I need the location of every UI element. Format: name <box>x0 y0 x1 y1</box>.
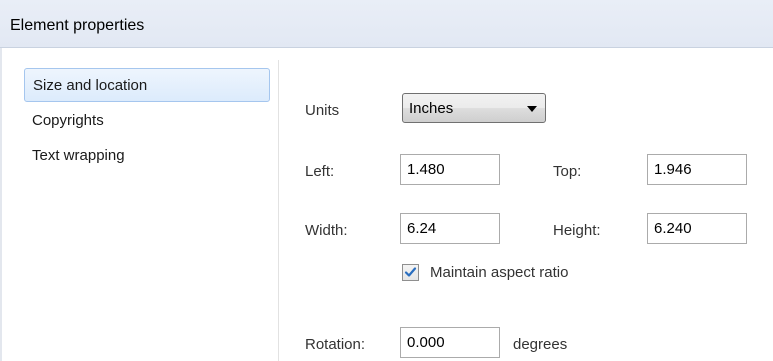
units-label: Units <box>305 102 340 119</box>
dialog-body: Size and location Copyrights Text wrappi… <box>0 48 773 361</box>
title-bar: Element properties <box>0 0 773 48</box>
chevron-down-icon <box>527 106 537 112</box>
sidebar: Size and location Copyrights Text wrappi… <box>16 60 279 361</box>
sidebar-item-text-wrapping[interactable]: Text wrapping <box>24 139 270 173</box>
width-input[interactable] <box>400 213 500 244</box>
rotation-input[interactable] <box>400 327 500 358</box>
sidebar-item-size-and-location[interactable]: Size and location <box>24 68 270 102</box>
window-title: Element properties <box>10 17 145 34</box>
sidebar-item-copyrights[interactable]: Copyrights <box>24 104 270 138</box>
rotation-label: Rotation: <box>305 336 366 353</box>
units-dropdown[interactable]: Inches <box>402 93 546 123</box>
units-dropdown-value: Inches <box>409 100 454 117</box>
left-label: Left: <box>305 163 335 180</box>
height-label: Height: <box>553 222 601 239</box>
top-label: Top: <box>553 163 582 180</box>
width-label: Width: <box>305 222 348 239</box>
sidebar-item-label: Text wrapping <box>32 147 125 164</box>
sidebar-item-label: Size and location <box>33 77 148 94</box>
maintain-aspect-label[interactable]: Maintain aspect ratio <box>430 264 568 281</box>
checkmark-icon <box>404 267 417 277</box>
sidebar-item-label: Copyrights <box>32 112 104 129</box>
top-input[interactable] <box>647 154 747 185</box>
maintain-aspect-checkbox[interactable] <box>402 264 419 281</box>
height-input[interactable] <box>647 213 747 244</box>
left-input[interactable] <box>400 154 500 185</box>
rotation-unit: degrees <box>513 336 568 353</box>
